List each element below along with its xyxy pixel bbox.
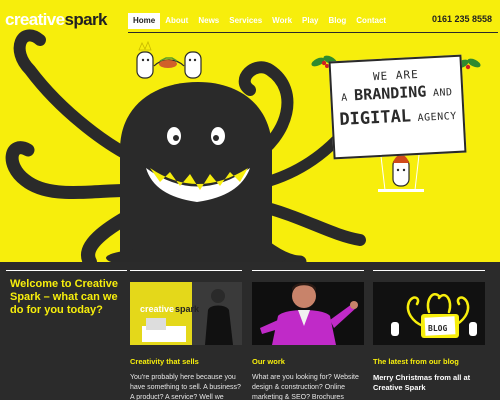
nav-services[interactable]: Services [224, 13, 267, 29]
column-title[interactable]: Our work [252, 357, 364, 367]
blog-latest-post[interactable]: Merry Christmas from all at Creative Spa… [373, 373, 485, 393]
hero-sign: WE ARE A BRANDING AND DIGITAL AGENCY [328, 54, 467, 160]
sign-line-3: DIGITAL AGENCY [338, 106, 458, 131]
column-text: You're probably here because you have so… [130, 374, 241, 400]
site-logo[interactable]: creativespark [5, 10, 107, 30]
nav-divider [128, 32, 498, 33]
nav-home[interactable]: Home [128, 13, 161, 29]
column-blog: BLOG The latest from our blog Merry Chri… [373, 270, 485, 393]
svg-text:spark: spark [175, 304, 200, 314]
logo-word-spark: spark [64, 10, 107, 29]
column-title[interactable]: Creativity that sells [130, 357, 242, 367]
column-our-work: Our work What are you looking for? Websi… [252, 270, 364, 400]
nav-play[interactable]: Play [297, 13, 323, 29]
nav-blog[interactable]: Blog [324, 13, 352, 29]
welcome-heading: Welcome to Creative Spark – what can we … [10, 278, 119, 316]
hero-banner: creativespark Home About News Services W… [0, 0, 500, 262]
column-title[interactable]: The latest from our blog [373, 357, 485, 367]
column-text: What are you looking for? Website design… [252, 374, 359, 400]
phone-number: 0161 235 8558 [431, 14, 492, 24]
content-section: Welcome to Creative Spark – what can we … [0, 262, 500, 400]
office-photo-thumbnail[interactable]: creative spark [130, 282, 242, 345]
welcome-divider [6, 270, 127, 271]
nav-work[interactable]: Work [267, 13, 297, 29]
nav-news[interactable]: News [193, 13, 224, 29]
main-navigation: Home About News Services Work Play Blog … [128, 13, 391, 29]
blog-thumbnail-label: BLOG [428, 324, 447, 333]
svg-text:creative: creative [140, 304, 174, 314]
logo-word-creative: creative [5, 10, 65, 29]
nav-contact[interactable]: Contact [351, 13, 391, 29]
column-creativity: creative spark Creativity that sells You… [130, 270, 242, 400]
presenter-photo-thumbnail[interactable] [252, 282, 364, 345]
nav-about[interactable]: About [160, 13, 193, 29]
blog-thumbnail[interactable]: BLOG [373, 282, 485, 345]
